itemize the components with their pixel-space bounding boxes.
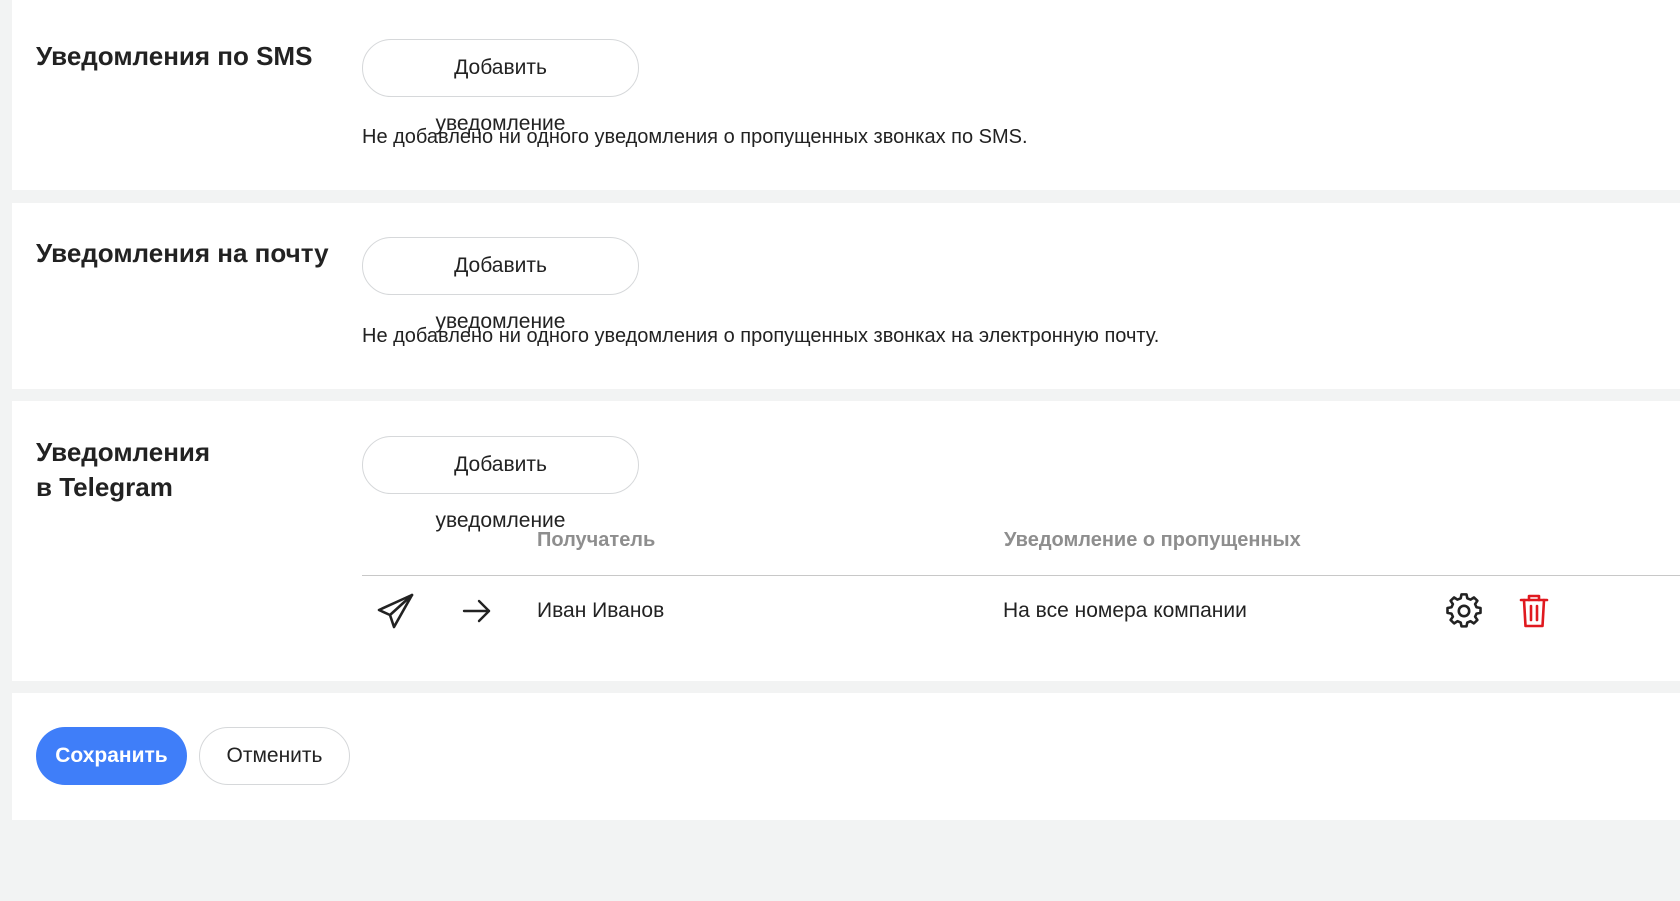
telegram-title-line1: Уведомления (36, 437, 211, 467)
recipient-name: Иван Иванов (537, 599, 665, 622)
save-button[interactable]: Сохранить (36, 727, 187, 785)
add-email-notification-button[interactable]: Добавить уведомление (362, 237, 639, 333)
email-empty-message: Не добавлено ни одного уведомления о про… (362, 325, 1160, 347)
table-row: Иван Иванов На все номера компании (362, 576, 1680, 646)
column-header-missed-calls: Уведомление о пропущенных (1004, 529, 1301, 551)
sms-empty-message: Не добавлено ни одного уведомления о про… (362, 126, 1028, 148)
email-section-title: Уведомления на почту (36, 238, 329, 268)
sms-section-title: Уведомления по SMS (36, 41, 313, 71)
telegram-section-title: Уведомления в Telegram (36, 435, 296, 505)
notification-scope: На все номера компании (1003, 599, 1247, 622)
trash-icon[interactable] (1519, 593, 1549, 629)
add-sms-notification-button[interactable]: Добавить уведомление (362, 39, 639, 135)
email-notifications-section: Уведомления на почту Добавить уведомлени… (12, 203, 1680, 389)
arrow-right-icon (462, 599, 491, 623)
telegram-plane-icon (377, 593, 414, 629)
telegram-title-line2: в Telegram (36, 472, 173, 502)
gear-icon[interactable] (1446, 593, 1482, 629)
form-actions: Сохранить Отменить (12, 693, 1680, 820)
cancel-button[interactable]: Отменить (199, 727, 350, 785)
sms-notifications-section: Уведомления по SMS Добавить уведомление … (12, 0, 1680, 190)
add-telegram-notification-button[interactable]: Добавить уведомление (362, 436, 639, 532)
column-header-recipient: Получатель (537, 529, 656, 551)
telegram-notifications-section: Уведомления в Telegram Добавить уведомле… (12, 401, 1680, 681)
